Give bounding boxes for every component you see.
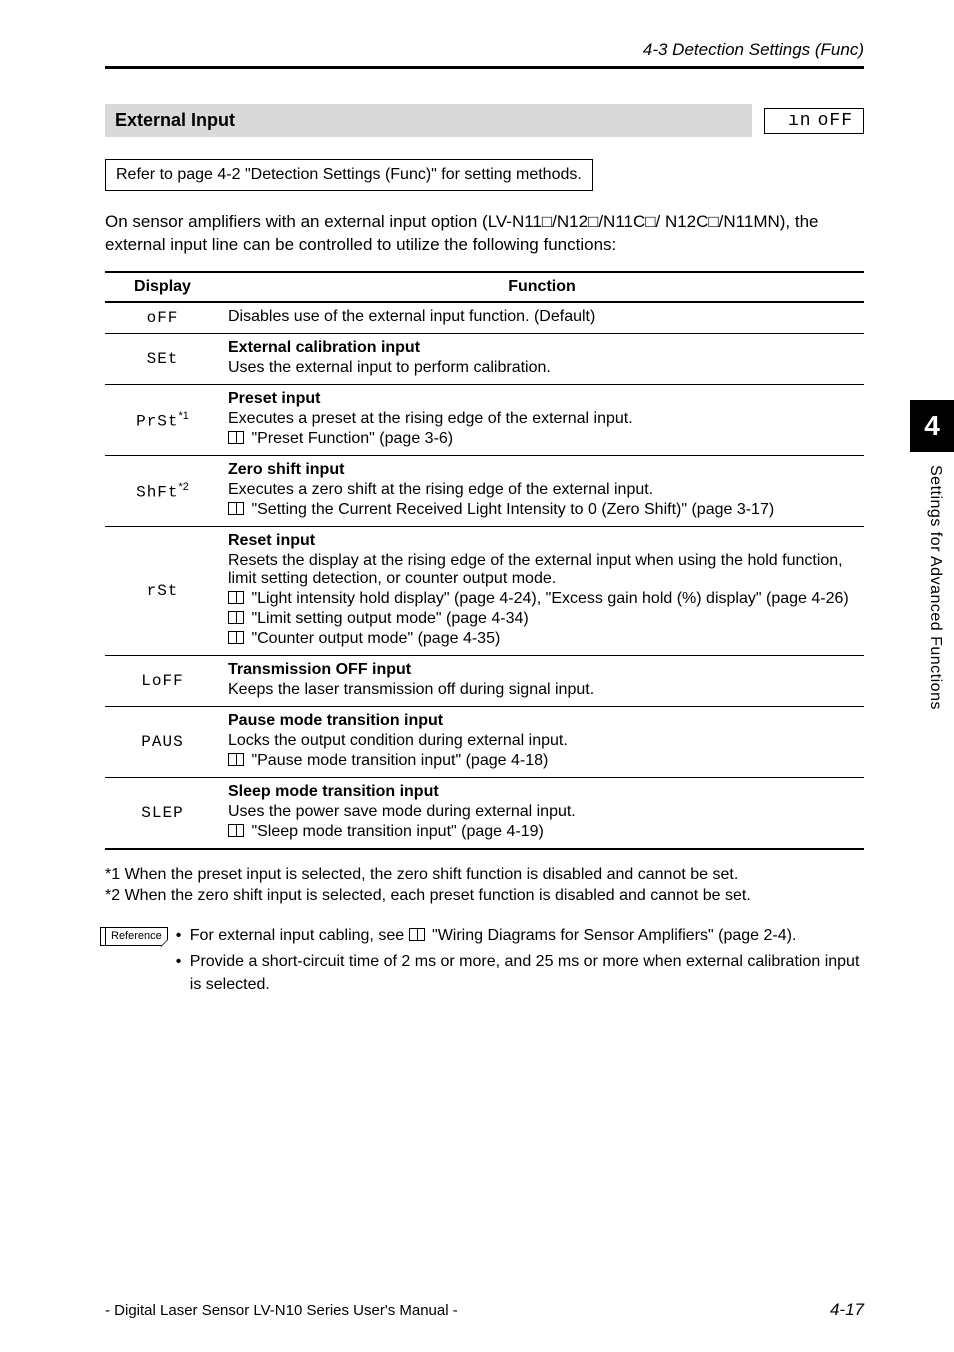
footer-manual-title: - Digital Laser Sensor LV-N10 Series Use… (105, 1302, 458, 1319)
function-cell: Pause mode transition input Locks the out… (220, 706, 864, 777)
display-cell: SLEP (105, 777, 220, 849)
section-heading-bar: External Input ın oFF (105, 104, 864, 137)
footnote-2: *2 When the zero shift input is selected… (105, 885, 864, 907)
reference-badge: Reference (105, 927, 168, 946)
intro-text: On sensor amplifiers with an external in… (105, 212, 819, 254)
table-row: LoFF Transmission OFF input Keeps the lase… (105, 655, 864, 706)
book-icon (228, 591, 244, 604)
function-line: "Limit setting output mode" (page 4-34) (228, 610, 856, 628)
function-line: Executes a zero shift at the rising edge… (228, 481, 856, 499)
function-line: "Sleep mode transition input" (page 4-19… (228, 823, 856, 841)
book-icon (409, 928, 425, 941)
display-cell: PAUS (105, 706, 220, 777)
reference-label: Reference (111, 930, 162, 942)
function-line: Zero shift input (228, 461, 856, 479)
display-cell: PrSt*1 (105, 384, 220, 455)
function-line: Preset input (228, 390, 856, 408)
refer-box: Refer to page 4-2 "Detection Settings (F… (105, 159, 593, 191)
function-line: Transmission OFF input (228, 661, 856, 679)
function-line: Uses the external input to perform calib… (228, 359, 856, 377)
intro-paragraph: On sensor amplifiers with an external in… (105, 211, 864, 257)
header-section-ref: 4-3 Detection Settings (Func) (643, 40, 864, 59)
display-cell: ShFt*2 (105, 455, 220, 526)
table-row: PrSt*1 Preset input Executes a preset at t… (105, 384, 864, 455)
function-line: "Light intensity hold display" (page 4-2… (228, 590, 856, 608)
table-row: ShFt*2 Zero shift input Executes a zero sh… (105, 455, 864, 526)
display-cell: oFF (105, 302, 220, 334)
header-rule (105, 66, 864, 69)
function-line: External calibration input (228, 339, 856, 357)
ref-b1-a: For external input cabling, see (190, 927, 409, 944)
table-row: oFF Disables use of the external input fu… (105, 302, 864, 334)
lcd-indicator: ın oFF (764, 108, 864, 134)
th-function: Function (220, 272, 864, 302)
display-cell: SEt (105, 333, 220, 384)
book-icon (228, 824, 244, 837)
function-line: "Setting the Current Received Light Inte… (228, 501, 856, 519)
function-line: "Counter output mode" (page 4-35) (228, 630, 856, 648)
table-row: rSt Reset input Resets the display at the … (105, 526, 864, 655)
function-line: Reset input (228, 532, 856, 550)
table-row: SEt External calibration input Uses the ex… (105, 333, 864, 384)
function-line: Disables use of the external input funct… (228, 308, 856, 326)
display-cell: rSt (105, 526, 220, 655)
function-line: "Preset Function" (page 3-6) (228, 430, 856, 448)
function-table: Display Function oFF Disables use of the … (105, 271, 864, 850)
footnote-1: *1 When the preset input is selected, th… (105, 864, 864, 886)
footnotes: *1 When the preset input is selected, th… (105, 864, 864, 907)
reference-block: Reference For external input cabling, se… (105, 925, 864, 1000)
book-icon (228, 611, 244, 624)
function-line: Executes a preset at the rising edge of … (228, 410, 856, 428)
function-line: Sleep mode transition input (228, 783, 856, 801)
th-display: Display (105, 272, 220, 302)
book-icon (228, 753, 244, 766)
function-line: Uses the power save mode during external… (228, 803, 856, 821)
table-row: PAUS Pause mode transition input Locks the… (105, 706, 864, 777)
function-cell: Preset input Executes a preset at the ris… (220, 384, 864, 455)
function-cell: Reset input Resets the display at the ris… (220, 526, 864, 655)
page-header-section: 4-3 Detection Settings (Func) (105, 40, 864, 60)
function-line: "Pause mode transition input" (page 4-18… (228, 752, 856, 770)
display-cell: LoFF (105, 655, 220, 706)
function-line: Resets the display at the rising edge of… (228, 552, 856, 588)
table-row: SLEP Sleep mode transition input Uses the … (105, 777, 864, 849)
book-icon (228, 502, 244, 515)
ref-b1-b: "Wiring Diagrams for Sensor Amplifiers" … (432, 927, 796, 944)
function-cell: Disables use of the external input funct… (220, 302, 864, 334)
function-line: Pause mode transition input (228, 712, 856, 730)
reference-bullet-1: For external input cabling, see "Wiring … (190, 925, 864, 947)
lcd-left: ın (788, 111, 812, 131)
function-line: Locks the output condition during extern… (228, 732, 856, 750)
book-icon (228, 431, 244, 444)
function-cell: External calibration input Uses the exter… (220, 333, 864, 384)
section-title: External Input (105, 104, 752, 137)
page-footer: - Digital Laser Sensor LV-N10 Series Use… (105, 1300, 864, 1320)
function-line: Keeps the laser transmission off during … (228, 681, 856, 699)
footer-page-number: 4-17 (830, 1300, 864, 1320)
function-cell: Zero shift input Executes a zero shift at… (220, 455, 864, 526)
reference-bullet-2: Provide a short-circuit time of 2 ms or … (190, 951, 864, 996)
book-icon (228, 631, 244, 644)
lcd-right: oFF (818, 111, 853, 131)
function-cell: Transmission OFF input Keeps the laser tr… (220, 655, 864, 706)
function-cell: Sleep mode transition input Uses the powe… (220, 777, 864, 849)
